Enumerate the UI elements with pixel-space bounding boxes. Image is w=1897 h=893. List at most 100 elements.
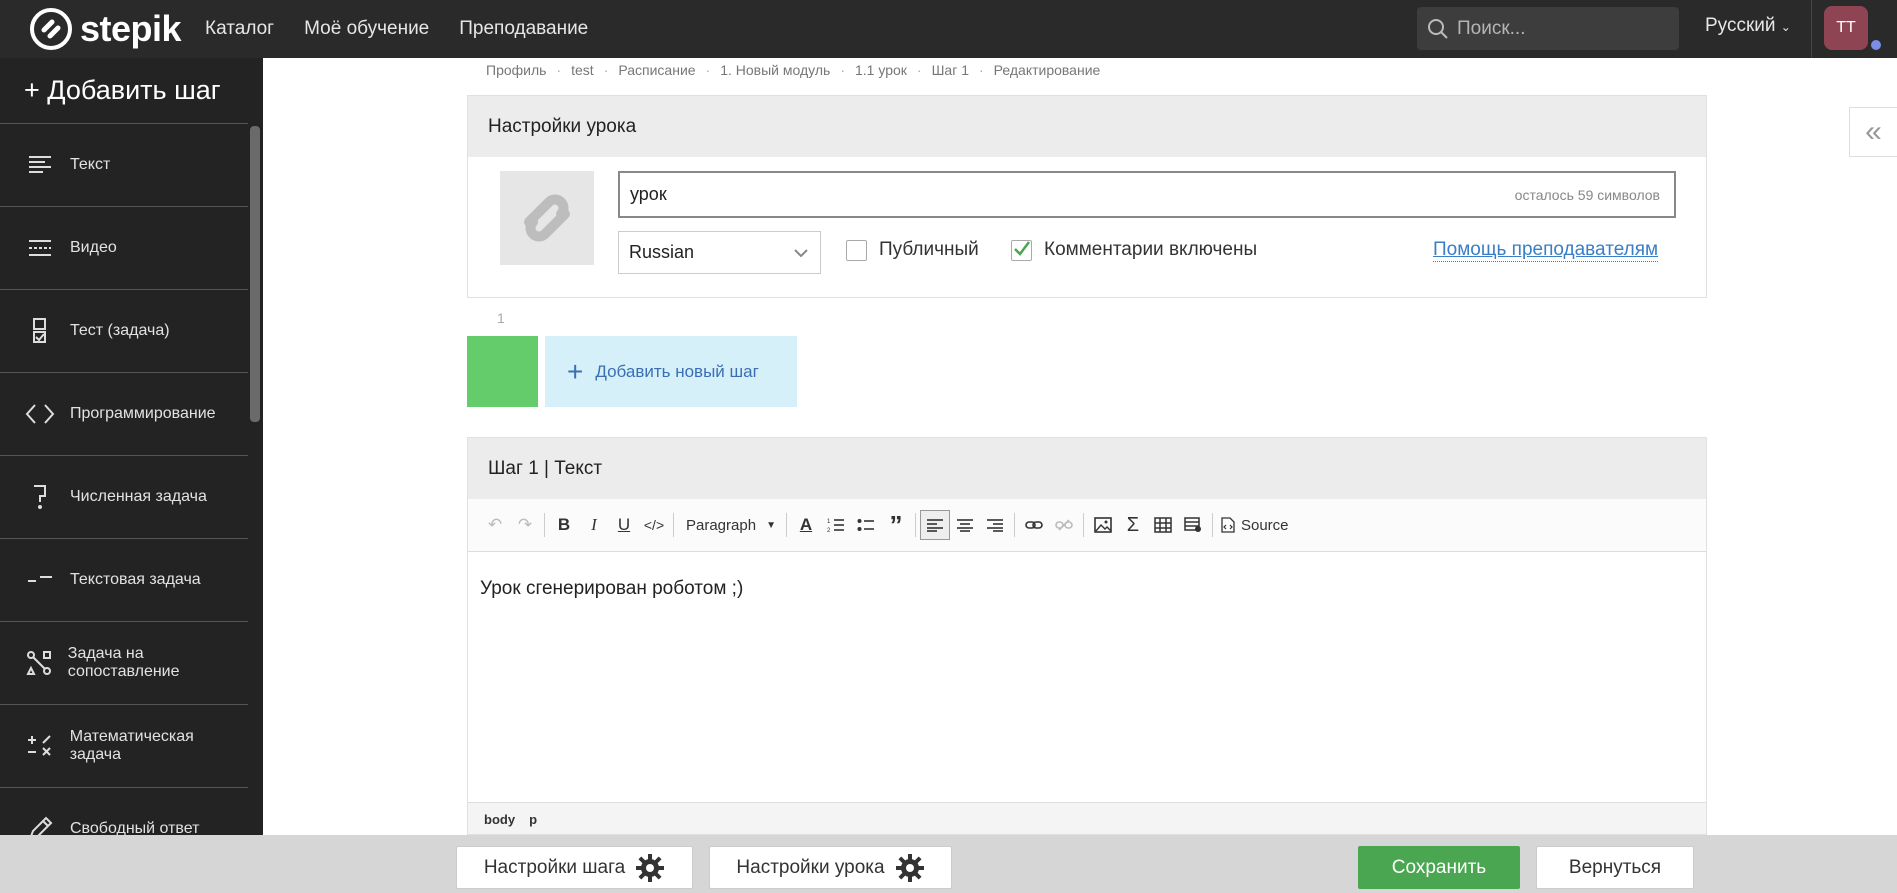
lesson-language-select[interactable]: Russian <box>618 231 821 274</box>
sidebar-item-video[interactable]: Видео <box>0 207 248 290</box>
align-left-icon[interactable] <box>919 510 950 540</box>
sidebar-item-text-task[interactable]: Текстовая задача <box>0 539 248 622</box>
code-inline-icon[interactable]: </> <box>639 510 669 540</box>
text-task-icon <box>22 565 58 595</box>
search-box[interactable] <box>1417 7 1679 50</box>
breadcrumb-item[interactable]: 1. Новый модуль <box>720 62 830 78</box>
align-center-icon[interactable] <box>950 510 980 540</box>
lesson-settings-button[interactable]: Настройки урока <box>709 846 952 889</box>
step-tile-1[interactable] <box>467 336 538 407</box>
italic-icon[interactable]: I <box>579 510 609 540</box>
toolbar-divider <box>1013 513 1015 537</box>
sidebar-item-label: Численная задача <box>70 488 207 505</box>
rich-text-editor[interactable]: Урок сгенерирован роботом ;) <box>468 552 1706 802</box>
add-new-step-label: Добавить новый шаг <box>595 361 759 381</box>
breadcrumb-item[interactable]: Расписание <box>618 62 695 78</box>
breadcrumb-item[interactable]: Профиль <box>486 62 546 78</box>
table-settings-icon[interactable] <box>1178 510 1208 540</box>
path-element[interactable]: p <box>529 812 537 827</box>
nav-my-learning[interactable]: Моё обучение <box>304 18 429 40</box>
text-color-icon[interactable]: A <box>791 510 821 540</box>
topbar-divider <box>1811 0 1812 58</box>
language-selector[interactable]: Русский ⌄ <box>1705 15 1791 37</box>
sidebar-scrollbar[interactable] <box>250 126 260 422</box>
table-icon[interactable] <box>1148 510 1178 540</box>
checkbox-box[interactable] <box>846 239 867 261</box>
source-code-icon <box>1221 517 1235 533</box>
redo-icon[interactable]: ↷ <box>510 510 540 540</box>
align-right-icon[interactable] <box>980 510 1010 540</box>
sidebar-item-quiz[interactable]: Тест (задача) <box>0 290 248 373</box>
step-number: 1 <box>497 310 505 326</box>
undo-icon[interactable]: ↶ <box>480 510 510 540</box>
teacher-help-link[interactable]: Помощь преподавателям <box>1433 239 1659 262</box>
sidebar-item-label: Видео <box>70 239 117 256</box>
stepik-placeholder-icon <box>524 194 570 242</box>
formula-sigma-icon[interactable]: Σ <box>1118 510 1148 540</box>
public-checkbox[interactable]: Публичный <box>846 239 979 261</box>
lesson-cover-image[interactable] <box>500 171 594 265</box>
sidebar-item-numeric[interactable]: Численная задача <box>0 456 248 539</box>
breadcrumb-item[interactable]: 1.1 урок <box>855 62 907 78</box>
lesson-title-input[interactable] <box>630 184 1430 205</box>
toolbar-divider <box>673 513 674 537</box>
svg-text:1: 1 <box>827 519 831 525</box>
step-type-sidebar: + Добавить шаг Текст Видео Тест (задача)… <box>0 58 263 835</box>
toolbar-divider <box>544 513 545 537</box>
sidebar-item-matching[interactable]: Задача на сопоставление <box>0 622 248 705</box>
sidebar-item-math[interactable]: Математическая задача <box>0 705 248 788</box>
matching-icon <box>22 648 56 678</box>
add-new-step-button[interactable]: + Добавить новый шаг <box>545 336 797 407</box>
bottom-action-bar: Настройки шага Настройки урока Сохранить… <box>0 835 1897 893</box>
collapse-panel-button[interactable]: « <box>1849 107 1897 157</box>
lesson-title-field[interactable]: осталось 59 символов <box>618 171 1676 218</box>
search-input[interactable] <box>1457 17 1657 40</box>
sidebar-item-label: Текст <box>70 156 111 173</box>
source-label: Source <box>1240 516 1289 534</box>
bold-icon[interactable]: B <box>549 510 579 540</box>
checkmark-icon <box>1014 240 1030 256</box>
blockquote-icon[interactable]: ” <box>881 510 911 540</box>
chevron-down-icon: ⌄ <box>1780 20 1791 34</box>
sidebar-item-programming[interactable]: Программирование <box>0 373 248 456</box>
remaining-chars: осталось 59 символов <box>1514 187 1660 203</box>
source-button[interactable]: Source <box>1221 517 1289 534</box>
video-icon <box>22 233 58 263</box>
sidebar-item-label: Задача на сопоставление <box>67 645 180 680</box>
image-icon[interactable] <box>1088 510 1118 540</box>
save-button[interactable]: Сохранить <box>1358 846 1520 889</box>
unlink-icon[interactable] <box>1049 510 1079 540</box>
paragraph-format-select[interactable]: Paragraph ▼ <box>678 517 782 534</box>
path-element[interactable]: body <box>484 812 515 827</box>
link-icon[interactable] <box>1019 510 1049 540</box>
add-step-heading: + Добавить шаг <box>0 58 248 124</box>
back-button[interactable]: Вернуться <box>1536 846 1694 889</box>
breadcrumb-separator: · <box>556 62 562 78</box>
language-label: Русский <box>1705 15 1776 36</box>
editor-paragraph[interactable]: Урок сгенерирован роботом ;) <box>480 578 1694 600</box>
step-editor-card: Шаг 1 | Текст ↶ ↷ B I U </> Paragraph ▼ A… <box>467 437 1707 835</box>
gear-icon <box>895 853 924 882</box>
stepik-logo[interactable]: stepik <box>30 8 182 50</box>
nav-teaching[interactable]: Преподавание <box>459 18 588 40</box>
bullet-list-icon[interactable] <box>851 510 881 540</box>
breadcrumb-separator: · <box>916 62 922 78</box>
caret-down-icon: ▼ <box>766 519 776 531</box>
sidebar-item-free-answer[interactable]: Свободный ответ <box>0 788 248 835</box>
underline-icon[interactable]: U <box>609 510 639 540</box>
editor-element-path: body p <box>468 802 1706 834</box>
breadcrumb-item[interactable]: test <box>571 62 594 78</box>
gear-icon <box>636 853 665 882</box>
pencil-icon <box>22 814 58 835</box>
ordered-list-icon[interactable]: 12 <box>821 510 851 540</box>
breadcrumb-separator: · <box>705 62 711 78</box>
sidebar-item-label: Программирование <box>70 405 216 422</box>
step-settings-button[interactable]: Настройки шага <box>456 846 693 889</box>
breadcrumb-item[interactable]: Шаг 1 <box>932 62 969 78</box>
sidebar-item-text[interactable]: Текст <box>0 124 248 207</box>
comments-checkbox[interactable]: Комментарии включены <box>1011 239 1257 261</box>
checkbox-box[interactable] <box>1011 239 1032 261</box>
nav-catalog[interactable]: Каталог <box>205 18 274 40</box>
avatar[interactable]: TT <box>1824 6 1868 50</box>
comments-label: Комментарии включены <box>1044 239 1258 260</box>
